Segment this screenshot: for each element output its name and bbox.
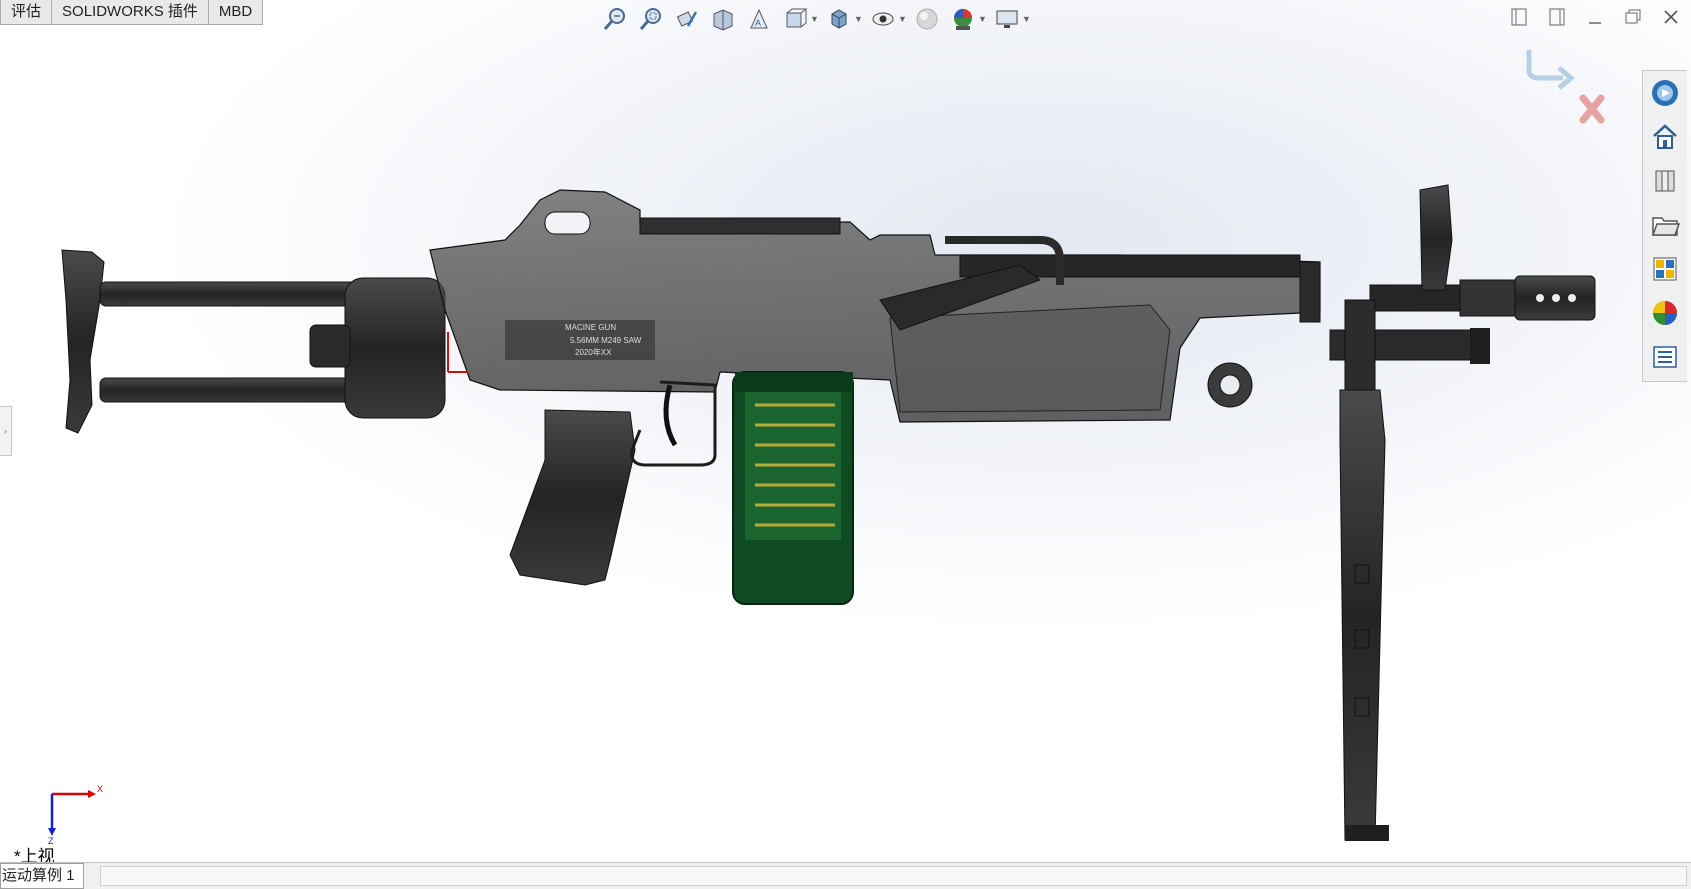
tab-mbd[interactable]: MBD	[207, 0, 264, 25]
command-manager-tabs: 评估 SOLIDWORKS 插件 MBD	[0, 0, 264, 26]
tab-solidworks-addins[interactable]: SOLIDWORKS 插件	[51, 0, 209, 25]
ammo-box	[732, 371, 854, 605]
receiver-engraving-1: MACINE GUN	[565, 323, 616, 332]
tab-evaluate[interactable]: 评估	[0, 0, 53, 25]
triad-x-label: X	[97, 784, 103, 794]
graphics-area[interactable]: 评估 SOLIDWORKS 插件 MBD A ▼ ▼ ▼ ▼ ▼ › MACIN…	[0, 0, 1691, 862]
machine-gun-model[interactable]: MACINE GUN 5.56MM M249 SAW 2020年XX	[0, 0, 1691, 862]
receiver: MACINE GUN 5.56MM M249 SAW 2020年XX	[429, 189, 1321, 423]
status-area	[100, 866, 1687, 886]
bipod	[1339, 299, 1389, 841]
motion-study-bar: 运动算例 1	[0, 862, 1691, 889]
receiver-engraving-2: 5.56MM M249 SAW	[570, 336, 642, 345]
view-orientation-label: *上视	[14, 847, 55, 862]
motion-study-tab[interactable]: 运动算例 1	[0, 863, 84, 889]
coordinate-triad: X Z	[48, 784, 103, 844]
pistol-grip	[509, 380, 717, 586]
receiver-engraving-3: 2020年XX	[575, 347, 612, 357]
buttstock	[61, 249, 446, 434]
